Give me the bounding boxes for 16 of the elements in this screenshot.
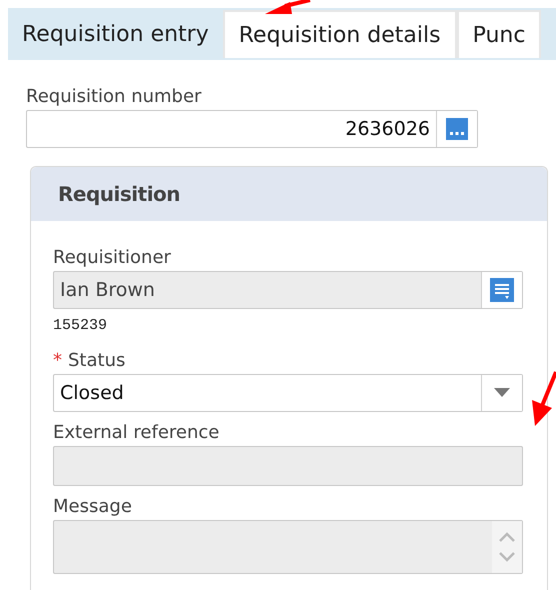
- annotation-arrow: [532, 371, 556, 426]
- tab[interactable]: Requisition details: [222, 10, 457, 58]
- status-dropdown[interactable]: Closed: [53, 374, 523, 412]
- annotation-arrow: [265, 0, 310, 14]
- field-label: Requisition number: [26, 86, 202, 108]
- required-mark: *: [53, 350, 62, 371]
- field-label: Status: [68, 350, 126, 372]
- panel-title: Requisition: [58, 182, 180, 206]
- requisition-number-field[interactable]: 2636026: [26, 110, 478, 148]
- requisitioner-id: 155239: [53, 317, 108, 334]
- ellipsis-icon[interactable]: [446, 118, 468, 140]
- field-label: Message: [53, 496, 132, 518]
- field-label: Requisitioner: [53, 247, 171, 269]
- tab[interactable]: Punc: [456, 10, 542, 58]
- caret-icon[interactable]: [494, 388, 510, 398]
- field-label: External reference: [53, 422, 220, 444]
